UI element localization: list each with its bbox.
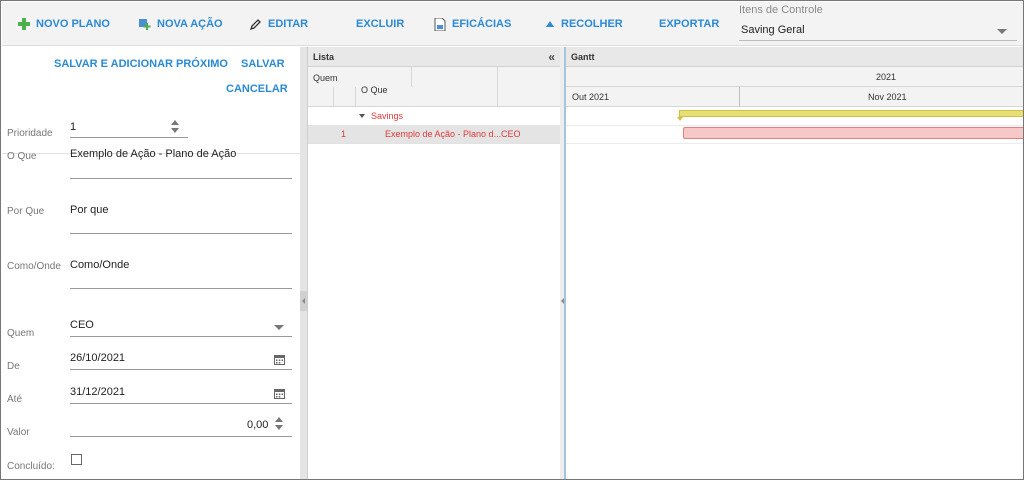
excluir-button[interactable]: EXCLUIR [356, 16, 404, 32]
ate-underline [70, 403, 292, 404]
plus-icon [18, 18, 30, 30]
porque-underline [70, 233, 292, 234]
concluido-label: Concluído: [7, 461, 55, 472]
lista-panel: Lista « Quem O Que Savings 1 Exemplo de … [307, 47, 560, 479]
ate-label: Até [7, 394, 23, 405]
quem-underline [70, 336, 292, 337]
toolbar: NOVO PLANO NOVA AÇÃO EDITAR EXCLUIR EFIC… [2, 2, 1023, 46]
prioridade-underline [70, 137, 188, 138]
document-icon [434, 17, 446, 31]
nova-acao-button[interactable]: NOVA AÇÃO [139, 16, 223, 32]
concluido-checkbox[interactable] [71, 454, 82, 465]
editar-label: EDITAR [268, 18, 309, 30]
recolher-button[interactable]: RECOLHER [545, 16, 623, 32]
ate-date-input[interactable]: 31/12/2021 [70, 386, 125, 398]
gantt-month-header: Out 2021 Nov 2021 [566, 87, 1023, 107]
col-quem-header[interactable]: Quem [313, 73, 338, 83]
chevron-down-icon[interactable] [274, 325, 284, 330]
eficacias-button[interactable]: EFICÁCIAS [434, 16, 511, 32]
quem-label: Quem [7, 328, 35, 339]
nova-acao-label: NOVA AÇÃO [157, 18, 223, 30]
comoonde-input[interactable]: Como/Onde [70, 259, 129, 271]
prioridade-stepper-icon[interactable] [171, 120, 179, 134]
valor-input[interactable]: 0,00 [247, 419, 268, 431]
gantt-year: 2021 [876, 72, 897, 82]
itens-controle-value: Saving Geral [741, 24, 805, 36]
lista-title: Lista [313, 52, 335, 62]
gantt-task-bar[interactable] [683, 127, 1023, 139]
gantt-summary-bar[interactable] [679, 110, 1023, 117]
comoonde-underline [70, 288, 292, 289]
calendar-icon[interactable] [274, 388, 285, 399]
prioridade-input[interactable]: 1 [70, 121, 76, 133]
oque-underline [70, 178, 292, 179]
lista-header: Lista « [308, 47, 560, 67]
form-panel: SALVAR E ADICIONAR PRÓXIMO SALVAR CANCEL… [2, 47, 300, 479]
valor-underline [70, 436, 292, 437]
itens-controle-select[interactable]: Saving Geral [739, 21, 1017, 41]
gantt-year-header: 2021 [566, 67, 1023, 87]
row-number: 1 [341, 129, 347, 139]
double-chevron-left-icon[interactable]: « [548, 51, 555, 63]
form-splitter[interactable] [300, 47, 307, 479]
splitter-handle[interactable] [300, 291, 307, 311]
prioridade-label: Prioridade [7, 128, 53, 139]
gantt-title: Gantt [571, 52, 595, 62]
valor-stepper-icon[interactable] [275, 417, 283, 431]
oque-input[interactable]: Exemplo de Ação - Plano de Ação [70, 148, 236, 160]
porque-label: Por Que [7, 206, 45, 217]
chevron-left-icon [302, 298, 305, 304]
comoonde-label: Como/Onde [7, 261, 61, 272]
oque-label: O Que [7, 151, 37, 162]
salvar-adicionar-proximo-button[interactable]: SALVAR E ADICIONAR PRÓXIMO [54, 58, 228, 70]
chevron-down-icon [997, 29, 1007, 34]
row-quem: CEO [501, 129, 521, 139]
porque-input[interactable]: Por que [70, 204, 109, 216]
group-label: Savings [371, 111, 404, 121]
novo-plano-button[interactable]: NOVO PLANO [18, 16, 110, 32]
valor-label: Valor [7, 427, 30, 438]
table-row[interactable]: 1 Exemplo de Ação - Plano d... CEO [308, 125, 560, 143]
gantt-month-nov: Nov 2021 [868, 92, 907, 102]
excluir-label: EXCLUIR [356, 18, 405, 30]
triangle-up-icon [546, 21, 554, 27]
app-window: NOVO PLANO NOVA AÇÃO EDITAR EXCLUIR EFIC… [0, 0, 1024, 480]
gantt-header: Gantt [566, 47, 1023, 67]
gantt-month-oct: Out 2021 [572, 92, 610, 102]
eficacias-label: EFICÁCIAS [452, 18, 512, 30]
gantt-summary-marker [677, 117, 683, 121]
de-date-input[interactable]: 26/10/2021 [70, 352, 125, 364]
editar-button[interactable]: EDITAR [249, 16, 308, 32]
expand-collapse-icon[interactable] [359, 114, 365, 118]
group-row-savings[interactable]: Savings [308, 107, 560, 125]
pencil-icon [249, 18, 261, 30]
exportar-label: EXPORTAR [659, 18, 720, 30]
row-oque: Exemplo de Ação - Plano d... [385, 129, 502, 139]
calendar-icon[interactable] [274, 354, 285, 365]
add-action-icon [139, 19, 151, 30]
recolher-label: RECOLHER [561, 18, 623, 30]
lista-column-headers: Quem O Que [308, 67, 560, 107]
col-oque-header[interactable]: O Que [361, 85, 388, 95]
exportar-button[interactable]: EXPORTAR [659, 16, 719, 32]
de-label: De [7, 361, 20, 372]
novo-plano-label: NOVO PLANO [36, 18, 110, 30]
salvar-button[interactable]: SALVAR [241, 58, 285, 70]
itens-controle-label: Itens de Controle [739, 4, 823, 16]
de-underline [70, 369, 292, 370]
cancelar-button[interactable]: CANCELAR [226, 83, 288, 95]
gantt-panel: Gantt 2021 Out 2021 Nov 2021 [564, 47, 1023, 479]
quem-select[interactable]: CEO [70, 319, 94, 331]
